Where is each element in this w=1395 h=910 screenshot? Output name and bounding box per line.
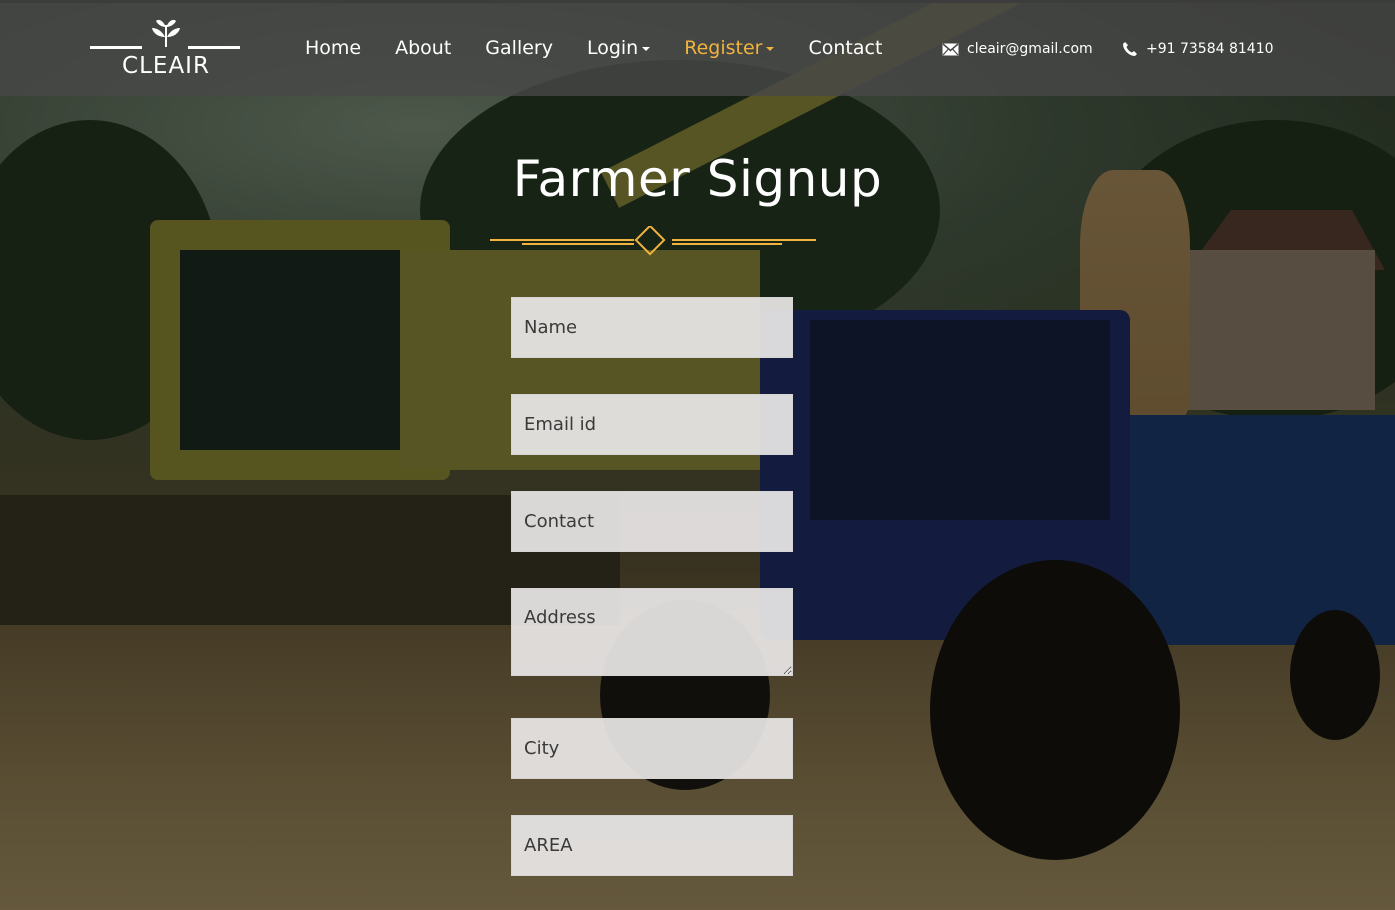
title-divider	[490, 226, 816, 256]
contact-phone[interactable]: +91 73584 81410	[1122, 41, 1274, 57]
nav-register-dropdown[interactable]: Register	[684, 37, 775, 59]
nav-login-label: Login	[586, 37, 639, 59]
page-title: Farmer Signup	[512, 150, 883, 208]
logo-line-left	[90, 46, 142, 49]
city-field[interactable]	[511, 718, 793, 779]
contact-field[interactable]	[511, 491, 793, 552]
nav-home[interactable]: Home	[305, 37, 361, 59]
contact-email[interactable]: cleair@gmail.com	[942, 41, 1093, 57]
nav-contact[interactable]: Contact	[808, 37, 882, 59]
phone-icon	[1123, 42, 1137, 56]
address-field[interactable]	[511, 588, 793, 676]
nav-gallery[interactable]: Gallery	[485, 37, 553, 59]
main-nav: Home About Gallery Login Register Contac…	[305, 37, 916, 59]
caret-down-icon	[766, 46, 775, 51]
contact-phone-text: +91 73584 81410	[1146, 41, 1274, 57]
brand-logo[interactable]: CLEAIR	[90, 13, 242, 85]
brand-name: CLEAIR	[122, 53, 210, 79]
contact-email-text: cleair@gmail.com	[967, 41, 1093, 57]
envelope-icon	[942, 42, 959, 55]
nav-register-label: Register	[684, 37, 763, 59]
email-field[interactable]	[511, 394, 793, 455]
leaf-icon	[152, 19, 180, 47]
caret-down-icon	[642, 46, 651, 51]
nav-login-dropdown[interactable]: Login	[586, 37, 651, 59]
name-field[interactable]	[511, 297, 793, 358]
top-navbar: CLEAIR Home About Gallery Login Register…	[0, 0, 1395, 96]
logo-line-right	[188, 46, 240, 49]
area-field[interactable]	[511, 815, 793, 876]
nav-about[interactable]: About	[395, 37, 451, 59]
